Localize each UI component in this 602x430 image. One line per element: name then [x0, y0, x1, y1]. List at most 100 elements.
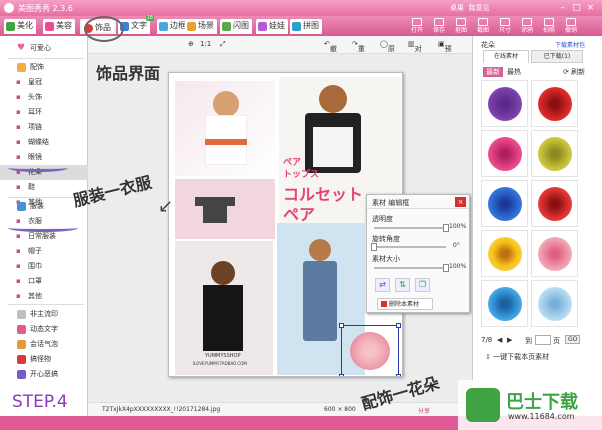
status-bar: T2TxJkX4pXXXXXXXXX_!!20171284.jpg 600 × … [88, 402, 472, 416]
funny-icon [17, 355, 26, 364]
undo-button[interactable]: ↶ 撤销 [324, 40, 337, 63]
camera-button[interactable]: 拍照 [538, 18, 560, 35]
sidebar-item-headwear[interactable]: ▪ 头饰 [0, 90, 88, 105]
download-pack-link[interactable]: 下载素材包 [555, 40, 585, 49]
original-button[interactable]: ◯ 原图 [380, 40, 395, 63]
sidebar-item-hat[interactable]: ▪ 帽子 [0, 244, 88, 259]
open-button[interactable]: 打开 [406, 18, 428, 35]
flower-swatch[interactable] [481, 180, 528, 227]
transparency-slider[interactable] [374, 224, 449, 232]
sidebar-item-earrings[interactable]: ▪ 耳环 [0, 105, 88, 120]
size-slider[interactable] [374, 264, 449, 272]
flower-swatch[interactable] [531, 280, 578, 327]
sidebar-item-other-clothing[interactable]: ▪ 其他 [0, 289, 88, 304]
bullet-icon: ▪ [16, 217, 21, 225]
tab-downloaded-materials[interactable]: 已下载(1) [531, 50, 583, 63]
transparency-label: 透明度 [372, 215, 393, 223]
share-label[interactable]: 分享 [418, 406, 430, 415]
tab-beautify[interactable]: 美化 [4, 19, 36, 34]
sidebar-item-crown[interactable]: ▪ 皇冠 [0, 75, 88, 90]
subtab-newest[interactable]: 最新 [483, 67, 503, 77]
new-badge: 18 [145, 15, 154, 21]
download-all-button[interactable]: ⇩ 一键下载本页素材 [485, 352, 549, 362]
canvas-area[interactable]: ペア トップス コルセット ペア YUMMYSSHOP ILOVEYUMMY.T… [88, 54, 472, 402]
panel-close-button[interactable]: × [455, 197, 466, 207]
flower-swatch[interactable] [481, 130, 528, 177]
next-page-button[interactable]: ▶ [507, 336, 512, 344]
sidebar-group-accessories[interactable]: 配饰 [0, 60, 88, 75]
rotate-slider[interactable] [371, 243, 446, 251]
close-button[interactable]: × [584, 2, 597, 14]
sidebar-item-bow[interactable]: ▪ 蝴蝶结 [0, 135, 88, 150]
tab-scene[interactable]: 场景 [185, 19, 217, 34]
fit-icon[interactable]: ⤢ [220, 40, 226, 49]
flower-swatch[interactable] [481, 80, 528, 127]
flower-swatch[interactable] [531, 180, 578, 227]
refresh-button[interactable]: ⟳ 刷新 [563, 67, 585, 77]
doodle-button[interactable]: 涂鸦 [516, 18, 538, 35]
flower-swatch[interactable] [481, 230, 528, 277]
resize-button[interactable]: 尺寸 [494, 18, 516, 35]
minimize-button[interactable]: – [556, 2, 569, 14]
sidebar-group-speech-bubble[interactable]: 会话气泡 [0, 337, 88, 352]
resize-handle[interactable] [396, 323, 401, 328]
sidebar-item-mask[interactable]: ▪ 口罩 [0, 274, 88, 289]
tab-beauty[interactable]: 美容 [43, 19, 75, 34]
model-figure [313, 127, 353, 167]
flip-horizontal-button[interactable]: ⇄ [375, 278, 390, 292]
prev-page-button[interactable]: ◀ [497, 336, 502, 344]
cutout-button[interactable]: 抠图 [450, 18, 472, 35]
tab-online-materials[interactable]: 在线素材 [483, 50, 529, 63]
sidebar-group-non-mainstream[interactable]: 非主流印 [0, 307, 88, 322]
rose-icon [350, 332, 390, 370]
slider-knob[interactable] [371, 243, 377, 251]
zoom-ratio[interactable]: 1:1 [200, 40, 211, 48]
flip-vertical-button[interactable]: ⇅ [395, 278, 410, 292]
save-button[interactable]: 保存 [428, 18, 450, 35]
undo-toolbar-button[interactable]: 撤销 [560, 18, 582, 35]
tab-flash[interactable]: 闪图 [220, 19, 252, 34]
panel-title: 素材 编辑框 [372, 199, 410, 207]
cutout-icon [456, 18, 466, 26]
bullet-icon: ▪ [16, 247, 21, 255]
sidebar-group-animated-text[interactable]: 动态文字 [0, 322, 88, 337]
resize-handle[interactable] [396, 374, 401, 376]
flower-swatch[interactable] [531, 130, 578, 177]
account-label[interactable]: 桌果 我意见 [450, 3, 489, 13]
page-input[interactable] [535, 335, 551, 345]
bullet-icon: ▪ [16, 108, 21, 116]
selected-flower-material[interactable] [339, 323, 401, 376]
copy-material-button[interactable]: ❐ [415, 278, 430, 292]
sidebar-item-glasses[interactable]: ▪ 眼镜 [0, 150, 88, 165]
tab-collage[interactable]: 拼图 [290, 19, 322, 34]
redo-button[interactable]: ↷ 重做 [352, 40, 365, 63]
photo-bottom-left: YUMMYSSHOP ILOVEYUMMY.TAOBAO.COM [175, 241, 273, 375]
maximize-button[interactable]: □ [570, 2, 583, 14]
bullet-icon: ▪ [16, 153, 21, 161]
flower-icon [538, 137, 572, 171]
sidebar-group-funny-items[interactable]: 搞怪物 [0, 352, 88, 367]
arrow-icon: ↙ [158, 196, 174, 217]
step-label: STEP.4 [12, 392, 68, 412]
save-icon [434, 18, 444, 26]
screenshot-button[interactable]: 截图 [472, 18, 494, 35]
app-logo-icon [4, 3, 14, 13]
tab-doll[interactable]: 娃娃 [256, 19, 288, 34]
flower-swatch[interactable] [531, 80, 578, 127]
flower-swatch[interactable] [531, 230, 578, 277]
sidebar-item-scarf[interactable]: ▪ 围巾 [0, 259, 88, 274]
animated-text-icon [17, 325, 26, 334]
compare-button[interactable]: ▥ 对比 [408, 40, 422, 63]
flower-swatch[interactable] [481, 280, 528, 327]
resize-handle[interactable] [339, 323, 344, 328]
zoom-icon[interactable]: ⊕ [188, 40, 194, 48]
sidebar-group-happy-prank[interactable]: 开心恶搞 [0, 367, 88, 382]
preview-button[interactable]: ▣ 预览 [438, 40, 452, 63]
sidebar-item-necklace[interactable]: ▪ 项链 [0, 120, 88, 135]
go-button[interactable]: GO [565, 335, 581, 344]
subtab-hottest[interactable]: 最热 [507, 67, 521, 77]
resize-handle[interactable] [339, 374, 344, 376]
delete-material-button[interactable]: 删除本素材 [377, 298, 433, 310]
bullet-icon: ▪ [16, 292, 21, 300]
sidebar-group-cute-heart[interactable]: ♥ 可爱心 [0, 41, 88, 56]
